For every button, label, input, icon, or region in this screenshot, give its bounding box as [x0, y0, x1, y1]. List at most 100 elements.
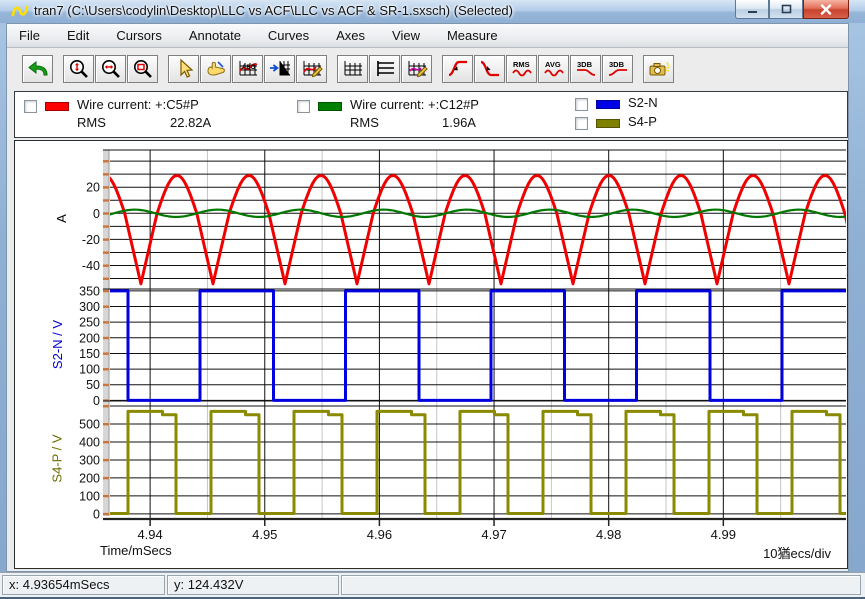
waveform-A [15, 176, 847, 284]
client-area: File Edit Cursors Annotate Curves Axes V… [6, 23, 849, 572]
toolbar-group [337, 55, 433, 83]
toggle-grid-button[interactable] [337, 55, 368, 83]
curve-label-icon: ABO [236, 58, 260, 80]
rise-time-button[interactable] [442, 55, 473, 83]
toolbar-group: RMS AVG 3DB 3DB [442, 55, 634, 83]
drag-annotate-button[interactable] [200, 55, 231, 83]
tool-bar: ABO RMS AVG 3DB 3DB [7, 48, 848, 89]
ytick-label: 300 [79, 300, 100, 314]
legend-checkbox-c12[interactable] [297, 100, 310, 113]
yaxis-label-current: A [54, 214, 69, 223]
menu-curves[interactable]: Curves [268, 28, 309, 43]
svg-text:3DB: 3DB [577, 60, 593, 69]
rise-time-icon [446, 58, 470, 80]
ytick-label: 400 [79, 435, 100, 449]
zoom-x-fit-icon [99, 58, 123, 80]
fall-time-button[interactable] [474, 55, 505, 83]
menu-file[interactable]: File [19, 28, 40, 43]
legend-checkbox-s2n[interactable] [575, 98, 588, 111]
3db-lowpass-button[interactable]: 3DB [570, 55, 601, 83]
waveform-graph[interactable]: -40-200200501001502002503003500100200300… [14, 140, 848, 569]
toggle-axes-button[interactable] [369, 55, 400, 83]
legend-stat-value-c12: 1.96A [442, 115, 476, 130]
legend-checkbox-c5[interactable] [24, 100, 37, 113]
avg-measure-button[interactable]: AVG [538, 55, 569, 83]
legend-swatch-c12 [318, 102, 342, 111]
close-button[interactable] [803, 0, 849, 19]
zoom-x-fit-button[interactable] [95, 55, 126, 83]
per-division-label: 10猶ecs/div [763, 543, 831, 562]
minimize-button[interactable] [735, 0, 769, 19]
status-x-readout: x: 4.93654mSecs [2, 575, 165, 595]
ytick-label: 500 [79, 418, 100, 432]
svg-text:3DB: 3DB [609, 60, 625, 69]
ytick-label: 50 [86, 378, 100, 392]
maximize-button[interactable] [769, 0, 803, 19]
menu-annotate[interactable]: Annotate [189, 28, 241, 43]
avg-measure-icon: AVG [542, 58, 566, 80]
add-axis-button[interactable] [264, 55, 295, 83]
toolbar-group [63, 55, 159, 83]
legend-stat-name-c12: RMS [350, 115, 379, 130]
zoom-box-icon [131, 58, 155, 80]
status-y-readout: y: 124.432V [167, 575, 339, 595]
ytick-label: 200 [79, 471, 100, 485]
add-curve-icon [300, 58, 324, 80]
3db-highpass-button[interactable]: 3DB [602, 55, 633, 83]
rms-measure-icon: RMS [510, 58, 534, 80]
minimize-icon [747, 5, 758, 14]
zoom-y-fit-button[interactable] [63, 55, 94, 83]
3db-lowpass-icon: 3DB [574, 58, 598, 80]
legend-label-s4p: S4-P [628, 114, 657, 129]
xtick-label: 4.97 [481, 527, 506, 542]
snapshot-button[interactable] [643, 55, 674, 83]
undo-button[interactable] [22, 55, 53, 83]
xtick-label: 4.98 [596, 527, 621, 542]
zoom-box-button[interactable] [127, 55, 158, 83]
toggle-grid-icon [341, 58, 365, 80]
legend-label-c5: Wire current: +:C5#P [77, 97, 199, 112]
menu-view[interactable]: View [392, 28, 420, 43]
menu-cursors[interactable]: Cursors [116, 28, 162, 43]
xtick-label: 4.95 [252, 527, 277, 542]
menu-measure[interactable]: Measure [447, 28, 498, 43]
toggle-axes-icon [373, 58, 397, 80]
legend-label-s2n: S2-N [628, 95, 658, 110]
legend-stat-value-c5: 22.82A [170, 115, 211, 130]
add-curve-button[interactable] [296, 55, 327, 83]
ytick-label: -40 [82, 259, 100, 273]
ytick-label: 350 [79, 284, 100, 298]
menu-edit[interactable]: Edit [67, 28, 89, 43]
plot-canvas[interactable]: -40-200200501001502002503003500100200300… [15, 141, 847, 568]
status-extra [341, 575, 861, 595]
legend-swatch-s4p [596, 119, 620, 128]
maximize-icon [781, 4, 792, 14]
svg-text:AVG: AVG [545, 60, 561, 69]
ytick-label: 0 [93, 207, 100, 221]
waveform-S2N [15, 291, 847, 401]
edit-graph-button[interactable] [401, 55, 432, 83]
xaxis-label: Time/mSecs [100, 543, 172, 558]
legend-panel: Wire current: +:C5#P RMS 22.82A Wire cur… [14, 91, 848, 138]
fall-time-icon [478, 58, 502, 80]
legend-checkbox-s4p[interactable] [575, 117, 588, 130]
3db-highpass-icon: 3DB [606, 58, 630, 80]
title-bar[interactable]: tran7 (C:\Users\codylin\Desktop\LLC vs A… [0, 0, 865, 23]
ytick-label: 100 [79, 363, 100, 377]
legend-swatch-s2n [596, 100, 620, 109]
rms-measure-button[interactable]: RMS [506, 55, 537, 83]
drag-annotate-icon [204, 58, 228, 80]
edit-graph-icon [405, 58, 429, 80]
ytick-label: 0 [93, 394, 100, 408]
select-cursor-button[interactable] [168, 55, 199, 83]
svg-text:ABO: ABO [242, 65, 256, 71]
snapshot-icon [647, 58, 671, 80]
ytick-label: 20 [86, 181, 100, 195]
window-title: tran7 (C:\Users\codylin\Desktop\LLC vs A… [34, 3, 513, 18]
yaxis-label-s4p: S4-P / V [50, 434, 65, 482]
ytick-label: 250 [79, 316, 100, 330]
menu-axes[interactable]: Axes [336, 28, 365, 43]
zoom-y-fit-icon [67, 58, 91, 80]
curve-label-button[interactable]: ABO [232, 55, 263, 83]
ytick-label: 150 [79, 347, 100, 361]
